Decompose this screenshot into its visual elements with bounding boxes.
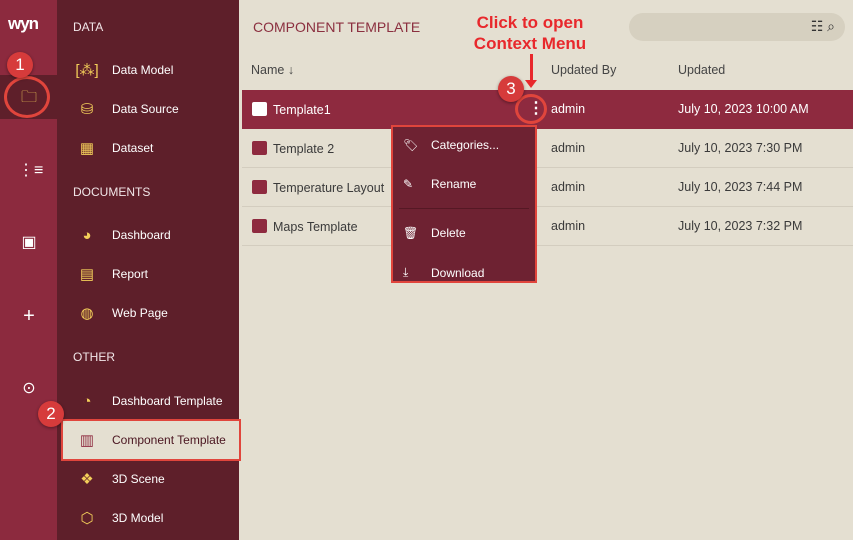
download-icon: ⤓ (403, 265, 409, 279)
table-row[interactable]: Template 2 admin July 10, 2023 7:30 PM (242, 129, 853, 168)
pie-icon: ◕ (82, 226, 92, 244)
globe-icon: ◍ (80, 305, 94, 322)
hierarchy-icon[interactable]: ⋮≡ (18, 160, 43, 180)
search-icon[interactable]: ⌕ (827, 18, 835, 34)
dashboard-template-icon: ◔ (82, 392, 92, 410)
column-updated[interactable]: Updated (678, 63, 725, 77)
menu-item-rename[interactable]: ✎ Rename (403, 177, 476, 191)
tag-icon: 🏷 (403, 138, 419, 152)
menu-item-download[interactable]: ⤓ Download (403, 265, 484, 280)
database-icon: ⛁ (80, 101, 94, 118)
annotation-arrowhead (525, 80, 537, 94)
menu-divider (399, 208, 529, 209)
monitor-alert-icon[interactable]: ▣ (18, 232, 40, 252)
sidebar-item-3d-model[interactable]: ⬡ 3D Model (63, 499, 239, 537)
section-other: OTHER (73, 350, 115, 364)
table-row[interactable]: Template1 ⋮ admin July 10, 2023 10:00 AM (242, 90, 853, 129)
column-name[interactable]: Name ↓ (251, 63, 294, 77)
sidebar-item-data-source[interactable]: ⛁ Data Source (63, 90, 239, 128)
component-icon (252, 141, 267, 155)
component-template-icon: ▥ (79, 432, 95, 449)
sidebar-item-component-template[interactable]: ▥ Component Template (61, 419, 241, 461)
document-sidebar: DATA [⁂] Data Model ⛁ Data Source ▦ Dataset… (57, 0, 241, 540)
sidebar-item-report[interactable]: ▤ Report (63, 255, 239, 293)
search-input[interactable]: ☷ ⌕ (629, 13, 845, 41)
menu-item-categories[interactable]: 🏷 Categories... (403, 138, 499, 152)
step-badge-1: 1 (7, 52, 33, 78)
page-title: COMPONENT TEMPLATE (253, 19, 421, 35)
trash-icon: 🗑 (403, 226, 419, 240)
cubes-icon: ❖ (80, 471, 94, 488)
edit-icon: ✎ (403, 177, 414, 191)
annotation-ring (4, 76, 50, 118)
sort-down-icon: ↓ (287, 63, 295, 77)
sidebar-item-web-page[interactable]: ◍ Web Page (63, 294, 239, 332)
sidebar-item-dashboard[interactable]: ◕ Dashboard (63, 216, 239, 254)
component-icon (252, 219, 267, 233)
component-icon (252, 102, 267, 116)
table-row[interactable]: Maps Template admin July 10, 2023 7:32 PM (242, 207, 853, 246)
section-documents: DOCUMENTS (73, 185, 151, 199)
sidebar-item-data-model[interactable]: [⁂] Data Model (63, 51, 239, 89)
annotation-arrow (530, 54, 533, 82)
sidebar-item-3d-scene[interactable]: ❖ 3D Scene (63, 460, 239, 498)
table-row[interactable]: Temperature Layout admin July 10, 2023 7:4… (242, 168, 853, 207)
menu-item-delete[interactable]: 🗑 Delete (403, 226, 466, 240)
step-badge-3: 3 (498, 76, 524, 102)
main-panel: COMPONENT TEMPLATE ☷ ⌕ Name ↓ Updated By… (240, 0, 853, 540)
filter-icon[interactable]: ☷ (811, 18, 824, 34)
upload-circle-icon[interactable]: ⊙ (18, 378, 40, 398)
sidebar-item-dashboard-template[interactable]: ◔ Dashboard Template (63, 382, 239, 420)
sidebar-item-dataset[interactable]: ▦ Dataset (63, 129, 239, 167)
cube-icon: ⬡ (80, 510, 94, 527)
annotation-text: Click to open Context Menu (473, 13, 587, 53)
context-menu: 🏷 Categories... ✎ Rename 🗑 Delete ⤓ Download (391, 125, 537, 283)
component-icon (252, 180, 267, 194)
section-data: DATA (73, 20, 104, 34)
step-badge-2: 2 (38, 401, 64, 427)
plus-icon[interactable]: + (18, 305, 40, 328)
data-model-icon: [⁂] (75, 62, 99, 79)
wyn-logo: wyn (8, 14, 39, 33)
grid-icon: ▦ (79, 140, 95, 157)
column-updated-by[interactable]: Updated By (551, 63, 616, 77)
document-icon: ▤ (79, 266, 95, 283)
